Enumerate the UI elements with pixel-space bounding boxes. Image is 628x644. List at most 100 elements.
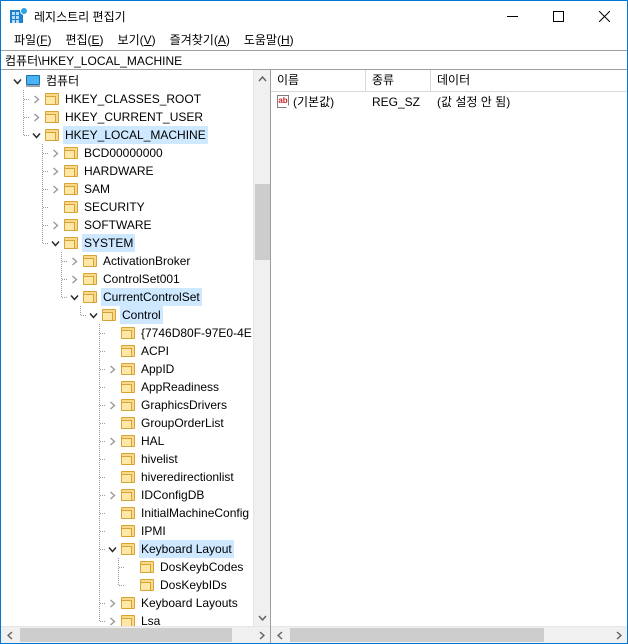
tree-guide-line [119,585,125,586]
tree-expander-collapsed[interactable] [28,90,44,108]
tree-node[interactable]: hiveredirectionlist [9,468,270,486]
tree-scroll-right-button[interactable] [253,627,270,643]
menu-item-3[interactable]: 보기(V) [111,31,163,50]
tree-node[interactable]: Lsa [9,612,270,626]
tree-node-label: Keyboard Layout [139,540,234,558]
chevron-right-icon [33,112,40,122]
tree-expander-collapsed[interactable] [47,216,63,234]
tree-expander-none [47,198,63,216]
menu-item-1[interactable]: 파일(F) [7,31,58,50]
tree-expander-collapsed[interactable] [104,486,120,504]
tree-expander-collapsed[interactable] [66,270,82,288]
tree-expander-collapsed[interactable] [104,360,120,378]
tree-node[interactable]: Control [9,306,270,324]
maximize-icon [552,10,564,22]
minimize-button[interactable] [489,1,535,31]
tree-expander-expanded[interactable] [47,234,63,252]
tree-node[interactable]: ControlSet001 [9,270,270,288]
tree-node[interactable]: IPMI [9,522,270,540]
tree-expander-collapsed[interactable] [104,432,120,450]
tree-scroll-thumb[interactable] [255,184,270,260]
tree-expander-collapsed[interactable] [104,612,120,626]
tree-expander-collapsed[interactable] [47,144,63,162]
tree-node-label: DosKeybCodes [160,560,244,574]
tree-expander-expanded[interactable] [85,306,101,324]
tree-expander-expanded[interactable] [9,72,25,90]
tree-node[interactable]: HKEY_CURRENT_USER [9,108,270,126]
tree-node[interactable]: BCD00000000 [9,144,270,162]
tree-scroll-down-button[interactable] [254,609,270,626]
column-header-1[interactable]: 이름 [271,70,366,91]
tree-guide-line [24,117,30,118]
address-bar[interactable]: 컴퓨터\HKEY_LOCAL_MACHINE [1,50,627,70]
tree-node[interactable]: hivelist [9,450,270,468]
tree-horizontal-scrollbar[interactable] [1,626,270,643]
tree-node[interactable]: Keyboard Layout [9,540,270,558]
tree-node[interactable]: HARDWARE [9,162,270,180]
tree-expander-collapsed[interactable] [104,594,120,612]
tree-expander-collapsed[interactable] [47,180,63,198]
tree-node[interactable]: HKEY_CLASSES_ROOT [9,90,270,108]
tree-node[interactable]: AppReadiness [9,378,270,396]
close-button[interactable] [581,1,627,31]
tree-node[interactable]: CurrentControlSet [9,288,270,306]
tree-node[interactable]: DosKeybIDs [9,576,270,594]
tree-vertical-scrollbar[interactable] [253,70,270,626]
close-icon [598,10,610,22]
value-list-body[interactable]: ab (기본값) REG_SZ (값 설정 안 됨) [271,92,627,626]
tree-guide-line [43,225,49,226]
tree-node[interactable]: SYSTEM [9,234,270,252]
column-header-2[interactable]: 종류 [366,70,431,91]
tree-node[interactable]: SECURITY [9,198,270,216]
tree-node[interactable]: {7746D80F-97E0-4E [9,324,270,342]
value-row[interactable]: ab (기본값) REG_SZ (값 설정 안 됨) [271,92,627,111]
tree-node[interactable]: HKEY_LOCAL_MACHINE [9,126,270,144]
tree-guide-line [99,576,100,594]
tree-expander-collapsed[interactable] [28,108,44,126]
tree-expander-expanded[interactable] [104,540,120,558]
tree-expander-collapsed[interactable] [104,396,120,414]
tree-node[interactable]: ActivationBroker [9,252,270,270]
tree-node[interactable]: SOFTWARE [9,216,270,234]
tree-hscroll-thumb[interactable] [20,628,232,642]
tree-expander-collapsed[interactable] [66,252,82,270]
tree-node[interactable]: GraphicsDrivers [9,396,270,414]
tree-guide-line [100,405,106,406]
tree-node[interactable]: ACPI [9,342,270,360]
menu-item-5[interactable]: 도움말(H) [237,31,301,50]
list-horizontal-scrollbar[interactable] [271,626,627,643]
tree-scroll-left-button[interactable] [1,627,18,643]
tree-guide-line [100,387,106,388]
tree-node[interactable]: Keyboard Layouts [9,594,270,612]
menu-item-2[interactable]: 편집(E) [58,31,110,50]
chevron-right-icon [71,256,78,266]
list-hscroll-thumb[interactable] [290,628,544,642]
tree-node[interactable]: SAM [9,180,270,198]
tree-node[interactable]: IDConfigDB [9,486,270,504]
menu-item-accel: (V) [139,33,156,47]
menu-item-4[interactable]: 즐겨찾기(A) [163,31,237,50]
folder-icon [44,109,60,125]
key-tree[interactable]: 컴퓨터 HKEY_CLASSES_ROOT HKEY_CURRENT_USER HKE… [1,70,270,626]
list-scroll-left-button[interactable] [271,627,288,643]
column-header-3[interactable]: 데이터 [431,70,627,91]
tree-scroll-up-button[interactable] [254,70,270,87]
maximize-button[interactable] [535,1,581,31]
tree-expander-collapsed[interactable] [47,162,63,180]
tree-node[interactable]: DosKeybCodes [9,558,270,576]
tree-expander-expanded[interactable] [28,126,44,144]
tree-node[interactable]: InitialMachineConfig [9,504,270,522]
list-scroll-right-button[interactable] [610,627,627,643]
tree-node[interactable]: 컴퓨터 [9,72,270,90]
tree-guide-line [100,459,106,460]
tree-node[interactable]: AppID [9,360,270,378]
chevron-down-icon [257,615,267,621]
tree-node[interactable]: GroupOrderList [9,414,270,432]
tree-node-label: InitialMachineConfig [141,506,250,520]
tree-node[interactable]: HAL [9,432,270,450]
chevron-right-icon [109,400,116,410]
tree-expander-expanded[interactable] [66,288,82,306]
tree-node-label: ActivationBroker [103,254,191,268]
